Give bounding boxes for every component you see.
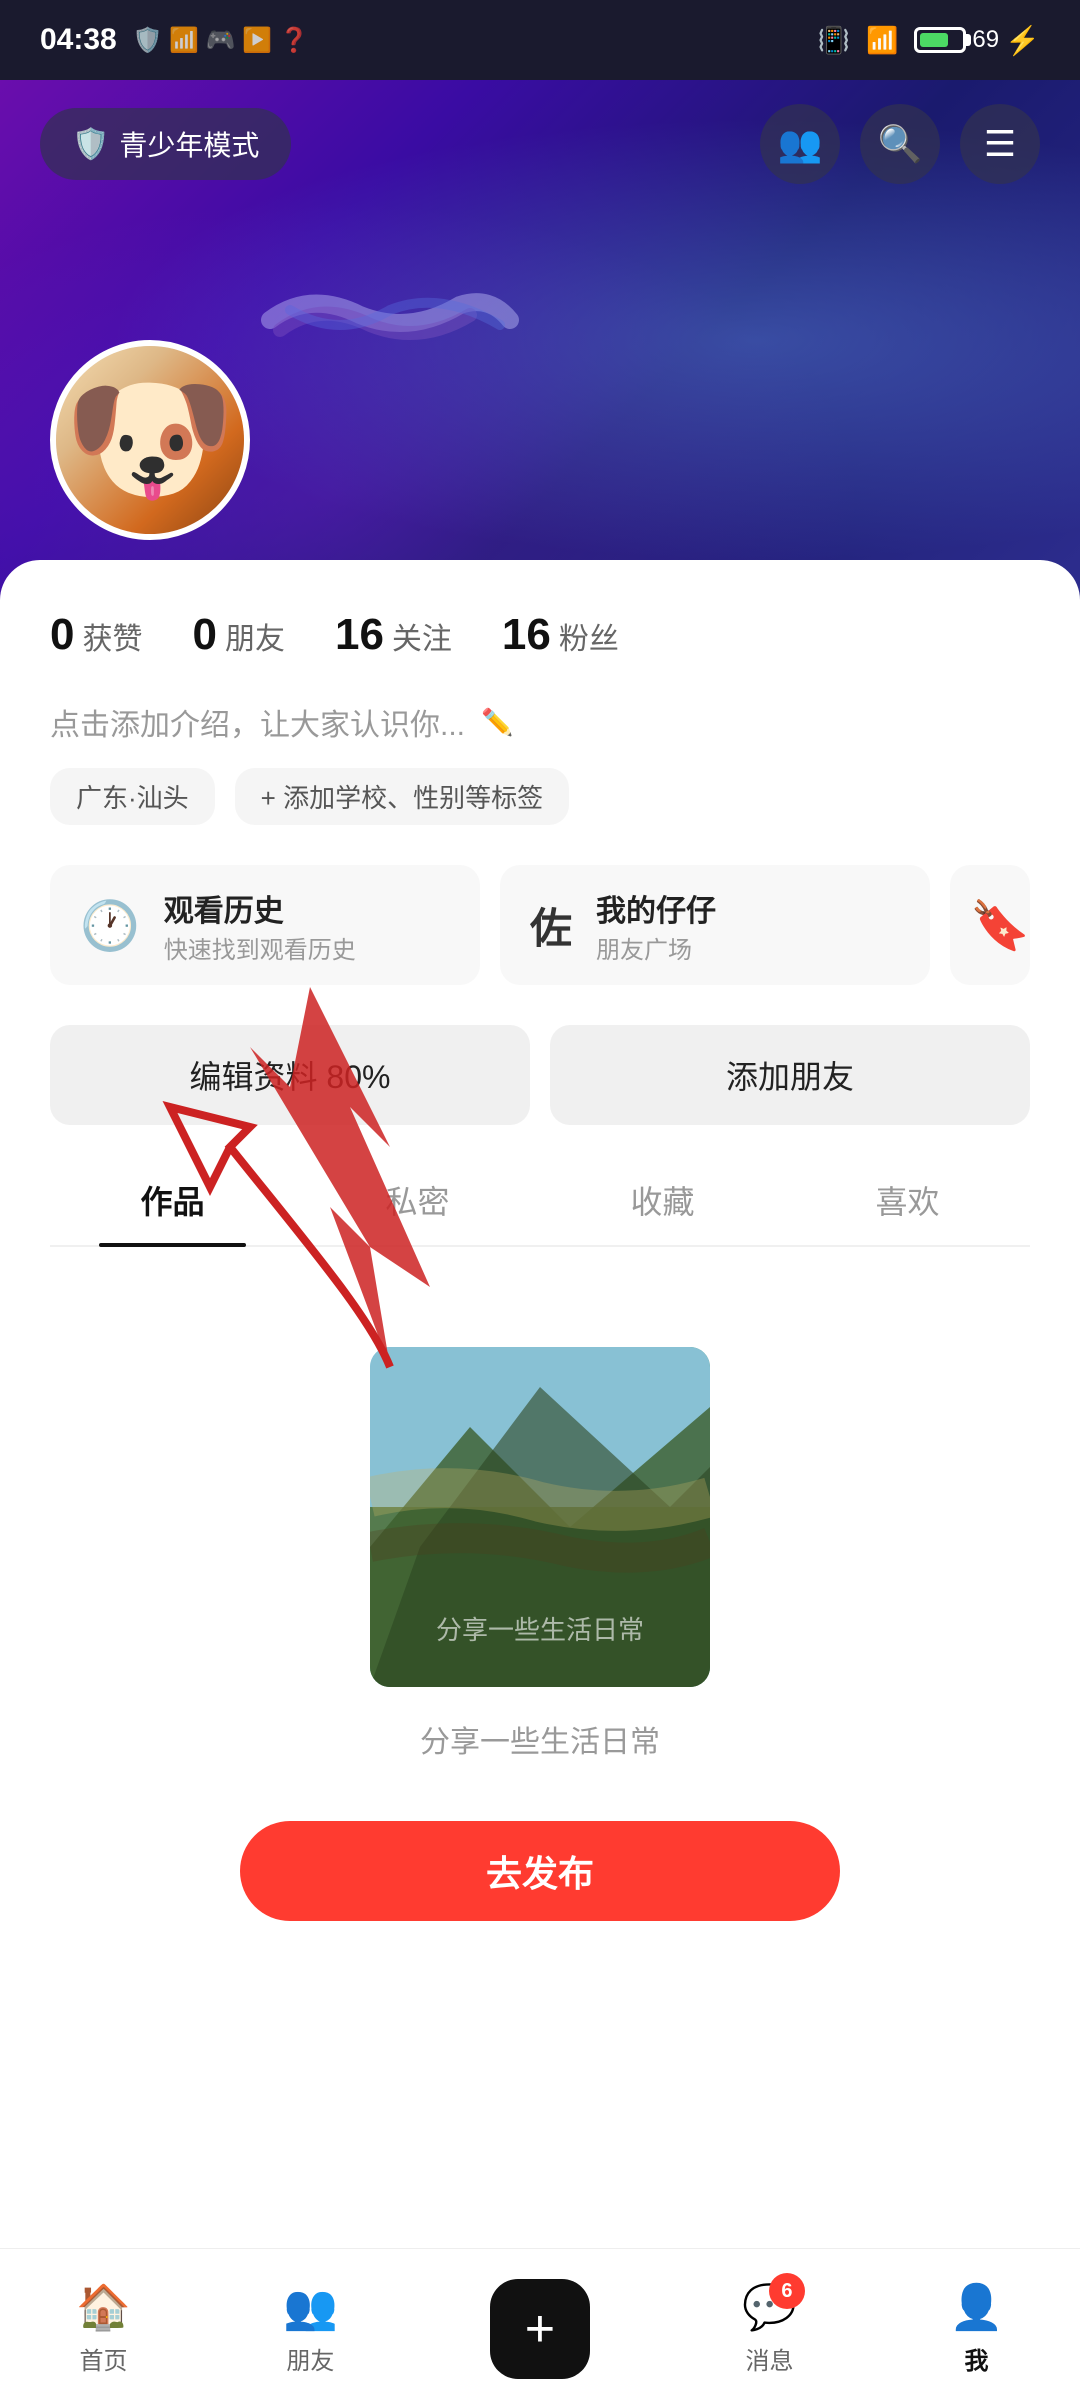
youth-mode-button[interactable]: 🛡️ 青少年模式 — [40, 108, 291, 180]
status-icons: 🛡️ 📶 🎮 ▶️ ❓ — [133, 26, 309, 55]
status-time: 04:38 🛡️ 📶 🎮 ▶️ ❓ — [40, 23, 309, 57]
followers-count: 16 — [502, 610, 551, 660]
arrow-annotation — [110, 967, 430, 1387]
tab-favorites-label: 收藏 — [630, 1177, 694, 1223]
create-button[interactable]: + — [490, 2279, 590, 2379]
nav-profile[interactable]: 👤 我 — [909, 2271, 1044, 2386]
charging-icon: ⚡ — [1005, 24, 1040, 57]
bio-content: 点击添加介绍，让大家认识你... — [50, 700, 465, 744]
content-area: 0 获赞 0 朋友 16 关注 16 粉丝 点击添加介绍，让大家认识你... ✏… — [0, 560, 1080, 2360]
watch-history-subtitle: 快速找到观看历史 — [164, 930, 356, 965]
add-tag-label: + 添加学校、性别等标签 — [261, 778, 543, 815]
battery-text: 69 — [972, 26, 999, 54]
paint-decoration — [260, 280, 520, 360]
messages-badge: 6 — [769, 2273, 805, 2309]
profile-label: 我 — [964, 2341, 988, 2376]
youth-mode-label: 青少年模式 — [119, 124, 259, 164]
publish-button[interactable]: 去发布 — [240, 1821, 840, 1921]
menu-icon: ☰ — [984, 123, 1016, 165]
my-friends-text: 我的仔仔 朋友广场 — [596, 886, 716, 965]
content-thumbnail[interactable]: 分享一些生活日常 — [370, 1347, 710, 1687]
nav-friends[interactable]: 👥 朋友 — [243, 2271, 378, 2386]
battery-fill — [920, 33, 948, 47]
youth-mode-icon: 🛡️ — [72, 127, 109, 162]
likes-label: 获赞 — [82, 614, 142, 658]
friends-icon-button[interactable]: 👥 — [760, 104, 840, 184]
my-friends-button[interactable]: 佐 我的仔仔 朋友广场 — [500, 865, 930, 985]
following-label: 关注 — [392, 614, 452, 658]
menu-icon-button[interactable]: ☰ — [960, 104, 1040, 184]
search-icon-button[interactable]: 🔍 — [860, 104, 940, 184]
stat-friends[interactable]: 0 朋友 — [192, 610, 284, 660]
bio-section: 点击添加介绍，让大家认识你... ✏️ 广东·汕头 + 添加学校、性别等标签 — [50, 700, 1030, 825]
avatar-image — [56, 346, 244, 534]
add-friend-label: 添加朋友 — [726, 1052, 854, 1098]
vibrate-icon: 📳 — [818, 25, 850, 56]
battery-bar — [914, 27, 966, 53]
messages-label: 消息 — [746, 2341, 794, 2376]
profile-banner-section — [50, 340, 250, 540]
status-right-icons: 📳 📶 69 ⚡ — [818, 24, 1040, 57]
home-label: 首页 — [79, 2341, 127, 2376]
time-display: 04:38 — [40, 23, 117, 57]
likes-count: 0 — [50, 610, 74, 660]
nav-create[interactable]: + — [450, 2269, 630, 2389]
top-nav-icons: 👥 🔍 ☰ — [760, 104, 1040, 184]
stat-likes[interactable]: 0 获赞 — [50, 610, 142, 660]
messages-badge-container: 💬 6 — [742, 2281, 797, 2333]
plus-icon: + — [525, 2299, 555, 2359]
bookmark-button[interactable]: 🔖 — [950, 865, 1030, 985]
location-tag[interactable]: 广东·汕头 — [50, 768, 215, 825]
publish-button-label: 去发布 — [486, 1853, 594, 1894]
my-friends-title: 我的仔仔 — [596, 886, 716, 930]
followers-label: 粉丝 — [559, 614, 619, 658]
bio-text[interactable]: 点击添加介绍，让大家认识你... ✏️ — [50, 700, 1030, 744]
friends-count: 0 — [192, 610, 216, 660]
edit-bio-icon: ✏️ — [481, 707, 513, 738]
top-nav: 🛡️ 青少年模式 👥 🔍 ☰ — [0, 80, 1080, 208]
tab-likes[interactable]: 喜欢 — [785, 1155, 1030, 1245]
add-friend-button[interactable]: 添加朋友 — [550, 1025, 1030, 1125]
my-friends-icon: 佐 — [530, 895, 572, 956]
stat-followers[interactable]: 16 粉丝 — [502, 610, 619, 660]
home-icon: 🏠 — [76, 2281, 131, 2333]
nav-home[interactable]: 🏠 首页 — [36, 2271, 171, 2386]
friends-nav-icon: 👥 — [283, 2281, 338, 2333]
content-empty-state: 分享一些生活日常 分享一些生活日常 去发布 — [50, 1287, 1030, 1981]
friends-icon: 👥 — [778, 123, 823, 165]
friends-label: 朋友 — [286, 2341, 334, 2376]
search-icon: 🔍 — [878, 123, 923, 165]
watch-history-text: 观看历史 快速找到观看历史 — [164, 886, 356, 965]
battery-indicator: 69 ⚡ — [914, 24, 1040, 57]
bookmark-icon: 🔖 — [970, 897, 1030, 954]
hero-banner: 🛡️ 青少年模式 👥 🔍 ☰ — [0, 80, 1080, 600]
tab-favorites[interactable]: 收藏 — [540, 1155, 785, 1245]
friends-label: 朋友 — [225, 614, 285, 658]
stats-row: 0 获赞 0 朋友 16 关注 16 粉丝 — [50, 610, 1030, 660]
tags-row: 广东·汕头 + 添加学校、性别等标签 — [50, 768, 1030, 825]
stat-following[interactable]: 16 关注 — [335, 610, 452, 660]
nav-messages[interactable]: 💬 6 消息 — [702, 2271, 837, 2386]
tab-likes-label: 喜欢 — [875, 1177, 939, 1223]
wifi-icon: 📶 — [866, 25, 898, 56]
thumbnail-watermark: 分享一些生活日常 — [370, 1610, 710, 1647]
watch-history-icon: 🕐 — [80, 897, 140, 954]
following-count: 16 — [335, 610, 384, 660]
bottom-nav: 🏠 首页 👥 朋友 + 💬 6 消息 👤 我 — [0, 2248, 1080, 2408]
add-tag-button[interactable]: + 添加学校、性别等标签 — [235, 768, 569, 825]
avatar[interactable] — [50, 340, 250, 540]
watch-history-title: 观看历史 — [164, 886, 356, 930]
profile-nav-icon: 👤 — [949, 2281, 1004, 2333]
my-friends-subtitle: 朋友广场 — [596, 930, 716, 965]
content-caption: 分享一些生活日常 — [420, 1717, 660, 1761]
status-bar: 04:38 🛡️ 📶 🎮 ▶️ ❓ 📳 📶 69 ⚡ — [0, 0, 1080, 80]
